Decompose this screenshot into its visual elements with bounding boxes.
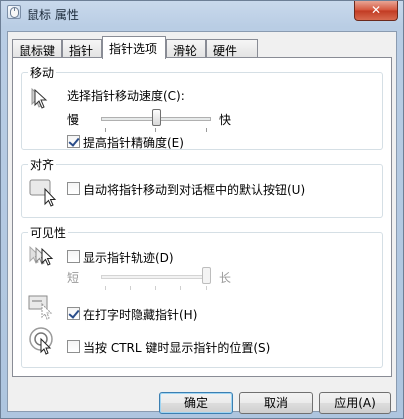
cancel-button[interactable]: 取消: [239, 392, 313, 414]
speed-tick: [105, 128, 106, 132]
hide-pointer-checkbox[interactable]: [67, 307, 80, 320]
tab-pointer-options[interactable]: 指针选项: [102, 36, 166, 59]
tab-wheel[interactable]: 滑轮: [166, 39, 206, 58]
trails-tick: [180, 286, 181, 290]
slow-label: 慢: [67, 113, 80, 127]
show-location-label[interactable]: 当按 CTRL 键时显示指针的位置(S): [83, 339, 270, 356]
hide-pointer-label[interactable]: 在打字时隐藏指针(H): [83, 306, 197, 323]
pointer-speed-icon: [31, 87, 48, 109]
pointer-trails-checkbox[interactable]: [67, 250, 80, 263]
enhance-precision-checkbox[interactable]: [67, 135, 80, 148]
speed-label: 选择指针移动速度(C):: [67, 89, 185, 103]
pointer-options-panel: 移动 选择指针移动速度(C): 慢 快 提高指针精确度(E) 对齐 自动将指针移…: [12, 57, 392, 377]
long-label: 长: [219, 271, 232, 285]
trails-tick: [206, 286, 207, 290]
tab-hardware[interactable]: 硬件: [206, 39, 258, 58]
ok-button[interactable]: 确定: [159, 392, 233, 414]
mouse-properties-window: 鼠标 属性 ✕ 鼠标键 指针 指针选项 滑轮 硬件 移动 选择指针移动速度(C)…: [0, 0, 404, 419]
trails-tick: [105, 286, 106, 290]
speed-slider-thumb[interactable]: [151, 109, 161, 126]
show-location-icon: [29, 327, 53, 355]
visibility-group: 可见性 显示指针轨迹(D) 短 长 在打字时隐藏指针(H) 当按 CTRL 键时…: [21, 224, 383, 368]
trails-tick: [130, 286, 131, 290]
snap-to-button-icon: [29, 179, 57, 207]
short-label: 短: [67, 271, 80, 285]
trails-slider-track: [101, 275, 211, 279]
fast-label: 快: [219, 113, 232, 127]
dialog-body: 鼠标键 指针 指针选项 滑轮 硬件 移动 选择指针移动速度(C): 慢 快 提高…: [7, 31, 397, 414]
speed-tick: [206, 128, 207, 132]
motion-group-title: 移动: [28, 64, 57, 81]
pointer-trails-icon: [29, 245, 54, 266]
window-title: 鼠标 属性: [27, 8, 79, 22]
snap-to-label[interactable]: 自动将指针移动到对话框中的默认按钮(U): [83, 181, 305, 198]
hide-pointer-icon: [28, 295, 53, 320]
snap-to-checkbox[interactable]: [67, 182, 80, 195]
mouse-app-icon: [7, 5, 21, 19]
trails-tick: [155, 286, 156, 290]
show-location-checkbox[interactable]: [67, 340, 80, 353]
speed-tick: [155, 128, 156, 132]
tab-buttons[interactable]: 鼠标键: [12, 39, 62, 58]
close-button[interactable]: ✕: [354, 1, 398, 21]
motion-group: 移动 选择指针移动速度(C): 慢 快 提高指针精确度(E): [21, 64, 383, 151]
apply-button[interactable]: 应用(A): [319, 392, 391, 414]
snap-to-group: 对齐 自动将指针移动到对话框中的默认按钮(U): [21, 156, 383, 218]
tab-pointers[interactable]: 指针: [62, 39, 102, 58]
enhance-precision-label[interactable]: 提高指针精确度(E): [83, 134, 184, 151]
visibility-group-title: 可见性: [28, 224, 69, 241]
pointer-trails-label[interactable]: 显示指针轨迹(D): [83, 249, 174, 266]
snap-to-group-title: 对齐: [28, 156, 57, 173]
trails-slider-thumb: [202, 267, 211, 284]
title-bar[interactable]: 鼠标 属性 ✕: [1, 1, 403, 25]
